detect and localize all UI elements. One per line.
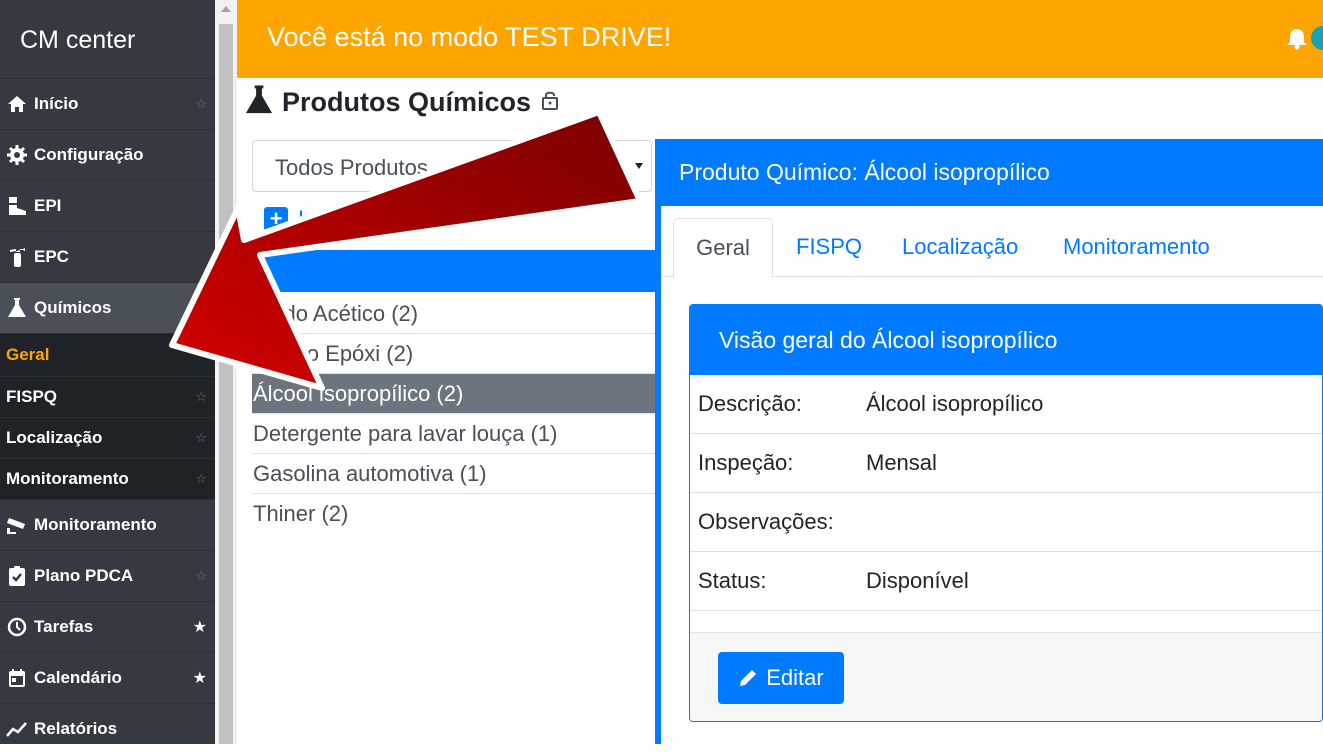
- home-icon: [6, 93, 28, 115]
- sidebar-item-inicio[interactable]: Início ☆: [0, 78, 215, 129]
- sidebar-item-label: Configuração: [34, 145, 144, 164]
- sidebar-subitem-label: Monitoramento: [6, 469, 129, 488]
- row-label: Descrição:: [698, 391, 802, 416]
- flask-icon: [6, 297, 28, 319]
- list-item-selected[interactable]: Álcool isopropílico (2): [252, 374, 662, 414]
- row-label: Inspeção:: [698, 450, 794, 475]
- panel-title: Produto Químico: Álcool isopropílico: [679, 159, 1050, 185]
- list-item[interactable]: Ácido Acético (2): [252, 294, 662, 334]
- banner-text: Você está no modo TEST DRIVE!: [267, 22, 672, 52]
- list-item[interactable]: Gasolina automotiva (1): [252, 454, 662, 494]
- tab-geral[interactable]: Geral: [673, 218, 773, 278]
- panel-body: Geral FISPQ Localização Monitoramento Vi…: [661, 206, 1323, 744]
- sidebar-item-epc[interactable]: EPC: [0, 231, 215, 282]
- row-label: Status:: [698, 568, 767, 593]
- sidebar-subitem-label: FISPQ: [6, 387, 58, 406]
- scroll-up-arrow-icon[interactable]: [221, 6, 231, 12]
- insert-product-button[interactable]: + Ins: [264, 206, 327, 232]
- page-header: Produtos Químicos: [244, 84, 559, 120]
- star-icon[interactable]: ☆: [195, 389, 207, 405]
- star-icon[interactable]: ☆: [195, 471, 207, 487]
- detail-row-status: Status: Disponível: [690, 552, 1322, 611]
- sidebar-item-label: Relatórios: [34, 719, 118, 738]
- detail-row-descricao: Descrição: Álcool isopropílico: [690, 375, 1322, 434]
- bell-icon[interactable]: [1285, 28, 1309, 55]
- camera-icon: [6, 514, 28, 536]
- clipboard-check-icon: [6, 565, 28, 587]
- chart-line-icon: [6, 718, 28, 740]
- notification-badge[interactable]: [1311, 26, 1323, 50]
- sidebar-item-label: EPI: [34, 196, 62, 215]
- star-filled-icon[interactable]: ★: [193, 617, 207, 637]
- sidebar-subitem-label: Geral: [6, 345, 50, 364]
- detail-row-inspecao: Inspeção: Mensal: [690, 434, 1322, 493]
- sidebar-item-label: Monitoramento: [34, 515, 157, 534]
- detail-tabs: Geral FISPQ Localização Monitoramento: [661, 206, 1323, 278]
- sidebar-item-label: EPC: [34, 247, 69, 266]
- sidebar-item-quimicos[interactable]: Químicos: [0, 282, 215, 333]
- flask-icon: [244, 84, 274, 121]
- sidebar-item-label: Início: [34, 94, 79, 113]
- tab-monitoramento[interactable]: Monitoramento: [1063, 218, 1210, 276]
- pencil-icon: [740, 670, 757, 686]
- row-label: Observações:: [698, 509, 834, 534]
- list-item[interactable]: Detergente para lavar louça (1): [252, 414, 662, 454]
- star-icon[interactable]: ☆: [195, 568, 207, 584]
- sidebar: CM center Início ☆ Configuração EPI EPC …: [0, 0, 215, 744]
- edit-button[interactable]: Editar: [718, 652, 844, 704]
- test-drive-banner: Você está no modo TEST DRIVE!: [237, 0, 1323, 78]
- sidebar-item-label: Químicos: [34, 298, 112, 317]
- boot-icon: [6, 195, 28, 217]
- product-list-header: [252, 250, 662, 292]
- row-value: Disponível: [866, 568, 969, 593]
- sidebar-subitem-monitoramento[interactable]: Monitoramento ☆: [0, 458, 215, 499]
- insert-label: Ins: [298, 206, 328, 231]
- brand-logo[interactable]: CM center: [0, 0, 215, 78]
- sidebar-item-calendario[interactable]: Calendário ★: [0, 652, 215, 703]
- scrollbar-thumb[interactable]: [219, 24, 233, 744]
- overview-card: Visão geral do Álcool isopropílico Descr…: [689, 304, 1323, 722]
- sidebar-subitem-label: Localização: [6, 428, 103, 447]
- sidebar-subitem-geral[interactable]: Geral: [0, 333, 215, 376]
- product-list: Ácido Acético (2) Aditivo Epóxi (2) Álco…: [252, 294, 662, 533]
- chevron-down-icon: [635, 163, 643, 169]
- tab-fispq[interactable]: FISPQ: [796, 218, 862, 276]
- lock-icon[interactable]: [541, 89, 559, 116]
- product-detail-panel: Produto Químico: Álcool isopropílico Ger…: [655, 139, 1323, 744]
- calendar-icon: [6, 667, 28, 689]
- sidebar-item-label: Plano PDCA: [34, 566, 134, 585]
- card-footer: Editar: [690, 632, 1322, 721]
- list-item[interactable]: Thiner (2): [252, 494, 662, 533]
- row-value: Mensal: [866, 450, 937, 475]
- star-icon[interactable]: ☆: [195, 430, 207, 446]
- sidebar-item-epi[interactable]: EPI: [0, 180, 215, 231]
- sidebar-item-monitoramento[interactable]: Monitoramento: [0, 499, 215, 550]
- tab-localizacao[interactable]: Localização: [902, 218, 1018, 276]
- row-value: Álcool isopropílico: [866, 391, 1044, 416]
- fire-extinguisher-icon: [6, 246, 28, 268]
- sidebar-item-label: Calendário: [34, 668, 122, 687]
- gear-icon: [6, 144, 28, 166]
- sidebar-item-tarefas[interactable]: Tarefas ★: [0, 601, 215, 652]
- product-filter-select[interactable]: Todos Produtos: [252, 140, 652, 192]
- sidebar-item-relatorios[interactable]: Relatórios: [0, 703, 215, 754]
- page-scrollbar[interactable]: [215, 0, 237, 744]
- sidebar-item-label: Tarefas: [34, 617, 94, 636]
- filter-value: Todos Produtos: [275, 155, 428, 180]
- sidebar-item-configuracao[interactable]: Configuração: [0, 129, 215, 180]
- detail-row-observacoes: Observações:: [690, 493, 1322, 552]
- star-filled-icon[interactable]: ★: [193, 668, 207, 688]
- star-icon[interactable]: ☆: [195, 96, 207, 112]
- card-title: Visão geral do Álcool isopropílico: [690, 305, 1322, 375]
- sidebar-item-plano-pdca[interactable]: Plano PDCA ☆: [0, 550, 215, 601]
- clock-icon: [6, 616, 28, 638]
- sidebar-subitem-fispq[interactable]: FISPQ ☆: [0, 376, 215, 417]
- edit-label: Editar: [766, 665, 824, 690]
- sidebar-subitem-localizacao[interactable]: Localização ☆: [0, 417, 215, 458]
- list-item[interactable]: Aditivo Epóxi (2): [252, 334, 662, 374]
- page-title: Produtos Químicos: [282, 86, 532, 117]
- plus-icon: +: [264, 206, 288, 231]
